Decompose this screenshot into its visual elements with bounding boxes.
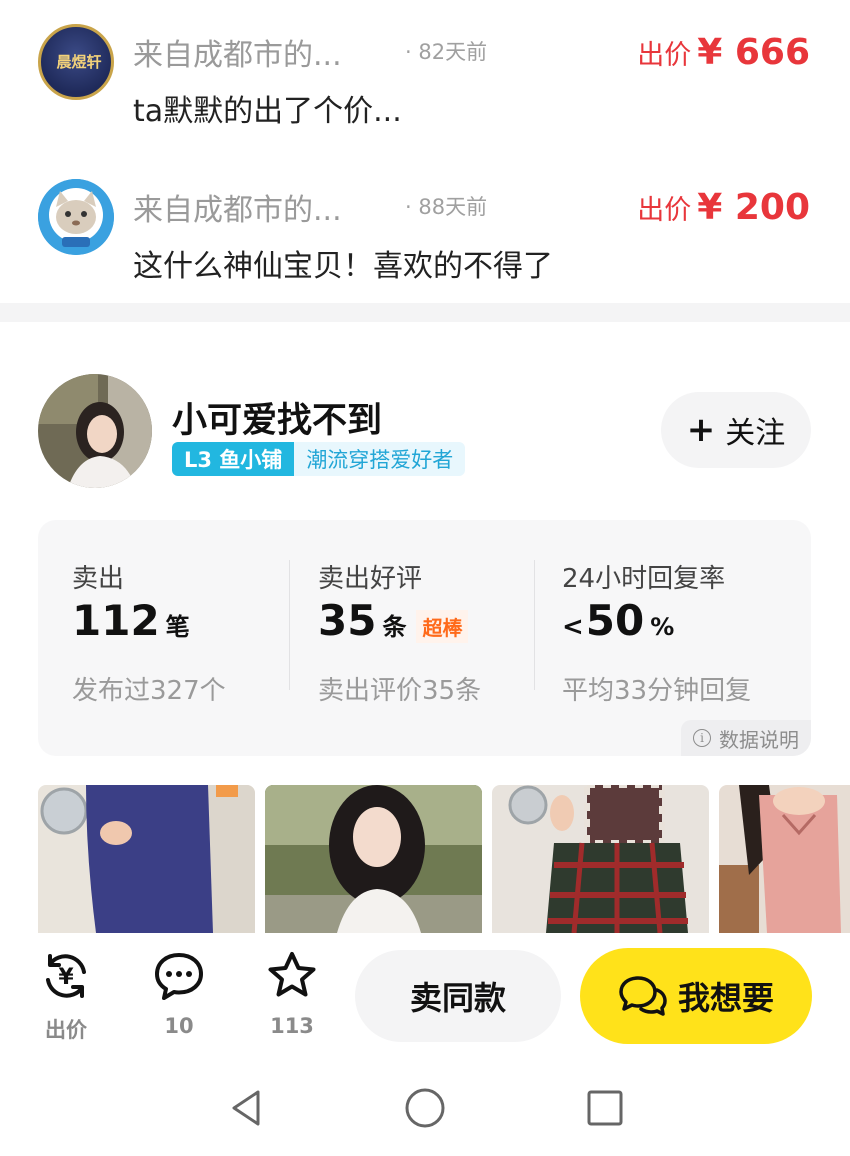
seller-avatar[interactable] [38,374,152,488]
item-photo-girl-outdoor [265,785,482,933]
comments-count: 10 [164,1014,194,1038]
offer-price: 出价 ¥ 200 [637,187,810,228]
offer-item[interactable]: 来自成都市的... · 88天前 这什么神仙宝贝！喜欢的不得了 出价 ¥ 200 [0,155,850,305]
item-thumbnail[interactable] [492,785,709,933]
offer-item[interactable]: 晨煜轩 来自成都市的... · 82天前 ta默默的出了个价... 出价 ¥ 6… [0,0,850,150]
stat-prefix: < [562,612,584,642]
svg-text:¥: ¥ [58,965,74,990]
stat-value-row: 35 条 超棒 [318,596,469,645]
follow-button[interactable]: + 关注 [661,392,811,468]
item-thumbnail[interactable] [38,785,255,933]
stat-title: 卖出 [72,564,125,594]
item-thumbnail[interactable] [719,785,850,933]
sell-same-button[interactable]: 卖同款 [355,950,561,1042]
data-explanation-label: 数据说明 [719,727,799,752]
stat-title: 卖出好评 [318,564,423,594]
data-explanation-link[interactable]: i 数据说明 [681,720,811,756]
stat-unit: 条 [382,613,407,641]
nav-home-icon[interactable] [403,1086,447,1130]
bid-button[interactable]: ¥ 出价 [36,950,96,1044]
comment-icon [155,953,203,1000]
item-photo-plaid-skirt [492,785,709,933]
item-thumbnail[interactable] [265,785,482,933]
stat-value-row: 112 笔 [72,596,190,645]
stat-value: 50 [585,596,645,645]
cat-avatar-icon [38,179,114,255]
shop-level: L3 鱼小铺 [172,442,295,476]
stat-value: 35 [318,596,377,645]
offer-price-value: ¥ 200 [697,187,810,228]
offer-from: 来自成都市的... [133,38,342,73]
nav-recents-icon[interactable] [583,1086,627,1130]
item-photo-blue-dress [38,785,255,933]
stat-value-row: < 50 % [562,596,674,645]
stat-title: 24小时回复率 [562,564,726,594]
seller-photo [38,374,152,488]
plus-icon: + [686,410,716,450]
stat-divider [289,560,290,690]
stat-unit: % [650,613,675,641]
bid-label: 出价 [45,1018,87,1042]
seller-tag: 潮流穿搭爱好者 [294,442,466,476]
chat-bubbles-icon [619,976,667,1016]
stat-divider [534,560,535,690]
comments-button[interactable]: 10 [149,950,209,1038]
offer-price-label: 出价 [637,195,692,226]
offer-avatar[interactable]: 晨煜轩 [38,24,114,100]
info-icon: i [693,729,711,747]
follow-label: 关注 [725,416,786,451]
star-icon [268,952,316,997]
stat-subtext: 卖出评价35条 [318,676,482,706]
favorite-button[interactable]: 113 [262,950,322,1038]
stat-value: 112 [72,596,160,645]
seller-stats-panel: 卖出 112 笔 发布过327个 卖出好评 35 条 超棒 卖出评价35条 24… [38,520,811,756]
avatar-logo-text: 晨煜轩 [56,53,102,71]
seller-items-strip [38,785,850,933]
stat-subtext: 发布过327个 [72,676,226,706]
seller-name[interactable]: 小可爱找不到 [172,392,382,443]
offer-time: · 82天前 [405,40,488,64]
yen-refresh-icon: ¥ [46,954,86,998]
offer-avatar[interactable] [38,179,114,255]
offer-price: 出价 ¥ 666 [637,32,810,73]
offer-message: ta默默的出了个价... [133,94,402,129]
section-divider [0,303,850,322]
i-want-label: 我想要 [677,979,774,1017]
offer-price-label: 出价 [637,40,692,71]
offer-from: 来自成都市的... [133,193,342,228]
nav-back-icon[interactable] [224,1086,268,1130]
stat-badge: 超棒 [416,610,469,643]
stat-subtext: 平均33分钟回复 [562,676,752,706]
offer-price-value: ¥ 666 [697,32,810,73]
stat-unit: 笔 [165,613,190,641]
offer-time: · 88天前 [405,195,488,219]
item-photo-pink-top [719,785,850,933]
i-want-button[interactable]: 我想要 [580,948,812,1044]
shop-level-badge[interactable]: L3 鱼小铺 潮流穿搭爱好者 [172,442,466,476]
favorites-count: 113 [270,1014,314,1038]
offer-message: 这什么神仙宝贝！喜欢的不得了 [133,249,553,284]
